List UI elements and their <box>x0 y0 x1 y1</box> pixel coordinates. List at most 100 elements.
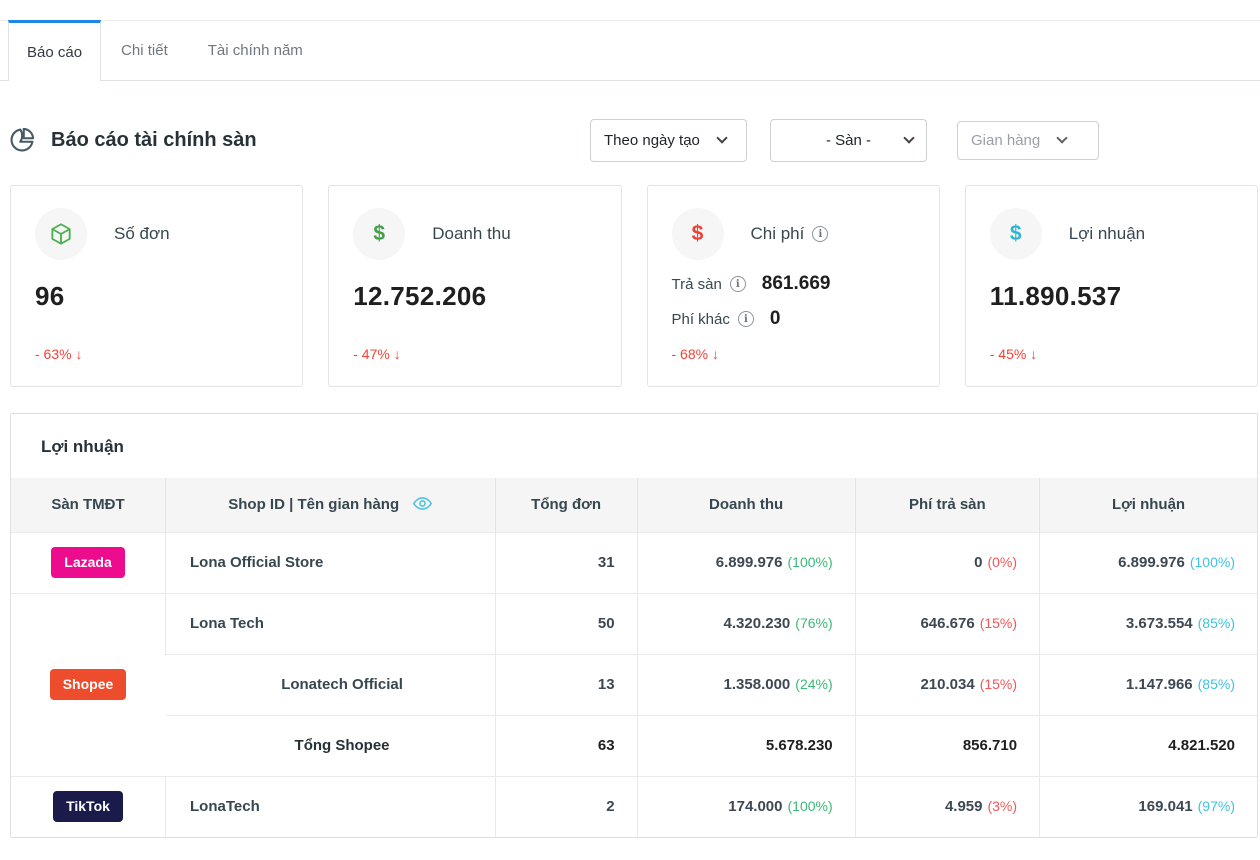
revenue-cell: 174.000 (100%) <box>637 776 855 837</box>
orders-card-value: 96 <box>35 281 278 312</box>
fee-cell: 856.710 <box>855 715 1039 776</box>
tab-chi-tiet[interactable]: Chi tiết <box>101 21 188 80</box>
info-icon[interactable] <box>812 226 828 242</box>
fee-cell: 0 (0%) <box>855 532 1039 593</box>
revenue-pct: (100%) <box>788 554 833 570</box>
cost-card: Chi phí Trả sàn 861.669 Phí khác 0 - 68%… <box>647 185 940 387</box>
other-fee-value: 0 <box>770 308 781 330</box>
profit-card-change: - 45% ↓ <box>990 346 1233 362</box>
revenue-value: 1.358.000 <box>724 676 791 693</box>
profit-pct: (100%) <box>1190 554 1235 570</box>
revenue-card-change: - 47% ↓ <box>353 346 596 362</box>
shop-name-cell: Lona Tech <box>166 593 496 654</box>
revenue-value: 6.899.976 <box>716 554 783 571</box>
date-type-select-value: Theo ngày tạo <box>604 132 700 149</box>
shop-name-cell: LonaTech <box>166 776 496 837</box>
platform-cell: TikTok <box>11 776 166 837</box>
cost-card-label: Chi phí <box>751 224 805 244</box>
profit-pct: (85%) <box>1198 615 1235 631</box>
tab-tai-chinh-nam[interactable]: Tài chính năm <box>188 21 323 80</box>
profit-table: Sàn TMĐT Shop ID | Tên gian hàng Tổng đơ… <box>11 478 1257 837</box>
lazada-badge: Lazada <box>51 547 124 578</box>
profit-card-value: 11.890.537 <box>990 281 1233 312</box>
profit-value: 169.041 <box>1138 798 1192 815</box>
table-row-shopee-2: Lonatech Official 13 1.358.000(24%) 210.… <box>11 654 1257 715</box>
tab-bao-cao[interactable]: Báo cáo <box>8 20 101 81</box>
orders-card: Số đơn 96 - 63% ↓ <box>10 185 303 387</box>
total-label-cell: Tổng Shopee <box>166 715 496 776</box>
orders-cell: 2 <box>495 776 637 837</box>
info-icon[interactable] <box>738 311 754 327</box>
table-row-lazada: Lazada Lona Official Store 31 6.899.976 (… <box>11 532 1257 593</box>
profit-pct: (97%) <box>1198 798 1235 814</box>
fee-pct: (3%) <box>987 798 1017 814</box>
fee-pct: (15%) <box>980 676 1017 692</box>
platform-fee-label: Trả sàn <box>672 276 722 293</box>
table-header-row: Sàn TMĐT Shop ID | Tên gian hàng Tổng đơ… <box>11 478 1257 532</box>
orders-cell: 50 <box>495 593 637 654</box>
profit-card-label: Lợi nhuận <box>1069 224 1145 244</box>
dollar-icon <box>373 222 385 246</box>
info-icon[interactable] <box>730 276 746 292</box>
revenue-card-value: 12.752.206 <box>353 281 596 312</box>
profit-cell: 1.147.966 (85%) <box>1040 654 1257 715</box>
profit-pct: (85%) <box>1198 676 1235 692</box>
platform-cell: Shopee <box>11 593 166 776</box>
fee-pct: (15%) <box>980 615 1017 631</box>
shop-name-cell: Lona Official Store <box>166 532 496 593</box>
fee-pct: (0%) <box>987 554 1017 570</box>
revenue-cell: 5.678.230 <box>637 715 855 776</box>
col-shop-label: Shop ID | Tên gian hàng <box>228 496 399 513</box>
revenue-cell: 1.358.000(24%) <box>637 654 855 715</box>
shop-name-cell: Lonatech Official <box>166 654 496 715</box>
chevron-down-icon <box>1057 132 1068 143</box>
profit-value: 1.147.966 <box>1126 676 1193 693</box>
platform-select-value: - Sàn - <box>800 132 871 149</box>
revenue-card-label: Doanh thu <box>432 224 510 244</box>
revenue-pct: (76%) <box>795 615 832 631</box>
fee-value: 646.676 <box>920 615 974 632</box>
fee-value: 210.034 <box>920 676 974 693</box>
profit-panel: Lợi nhuận Sàn TMĐT Shop ID | Tên gian hà… <box>10 413 1258 838</box>
profit-panel-title: Lợi nhuận <box>11 414 1257 478</box>
tiktok-badge: TikTok <box>53 791 123 822</box>
date-type-select[interactable]: Theo ngày tạo <box>590 119 747 162</box>
fee-cell: 210.034 (15%) <box>855 654 1039 715</box>
package-icon <box>48 221 74 247</box>
profit-cell: 6.899.976(100%) <box>1040 532 1257 593</box>
platform-select[interactable]: - Sàn - <box>770 119 927 162</box>
revenue-pct: (24%) <box>795 676 832 692</box>
stat-cards: Số đơn 96 - 63% ↓ Doanh thu 12.752.206 -… <box>10 185 1258 387</box>
page-title: Báo cáo tài chính sàn <box>51 129 257 152</box>
col-fee: Phí trả sàn <box>855 478 1039 532</box>
table-row-shopee-1: Shopee Lona Tech 50 4.320.230(76%) 646.6… <box>11 593 1257 654</box>
fee-cell: 646.676 (15%) <box>855 593 1039 654</box>
profit-cell: 169.041 (97%) <box>1040 776 1257 837</box>
fee-value: 0 <box>974 554 982 571</box>
profit-value: 3.673.554 <box>1126 615 1193 632</box>
orders-card-label: Số đơn <box>114 224 170 244</box>
shopee-badge: Shopee <box>50 669 127 700</box>
pie-chart-icon <box>8 126 36 154</box>
fee-value: 4.959 <box>945 798 983 815</box>
profit-cell: 3.673.554 (85%) <box>1040 593 1257 654</box>
col-profit: Lợi nhuận <box>1040 478 1257 532</box>
revenue-cell: 4.320.230(76%) <box>637 593 855 654</box>
col-shop: Shop ID | Tên gian hàng <box>166 478 496 532</box>
revenue-cell: 6.899.976 (100%) <box>637 532 855 593</box>
orders-card-change: - 63% ↓ <box>35 346 278 362</box>
orders-cell: 31 <box>495 532 637 593</box>
col-revenue: Doanh thu <box>637 478 855 532</box>
revenue-value: 174.000 <box>728 798 782 815</box>
orders-cell: 13 <box>495 654 637 715</box>
profit-cell: 4.821.520 <box>1040 715 1257 776</box>
table-row-shopee-total: Tổng Shopee 63 5.678.230 856.710 4.821.5… <box>11 715 1257 776</box>
profit-card: Lợi nhuận 11.890.537 - 45% ↓ <box>965 185 1258 387</box>
store-select[interactable]: Gian hàng <box>957 121 1099 160</box>
chevron-down-icon <box>716 132 727 143</box>
cost-card-change: - 68% ↓ <box>672 346 915 362</box>
revenue-pct: (100%) <box>788 798 833 814</box>
revenue-card: Doanh thu 12.752.206 - 47% ↓ <box>328 185 621 387</box>
fee-cell: 4.959(3%) <box>855 776 1039 837</box>
eye-icon[interactable] <box>413 496 432 511</box>
